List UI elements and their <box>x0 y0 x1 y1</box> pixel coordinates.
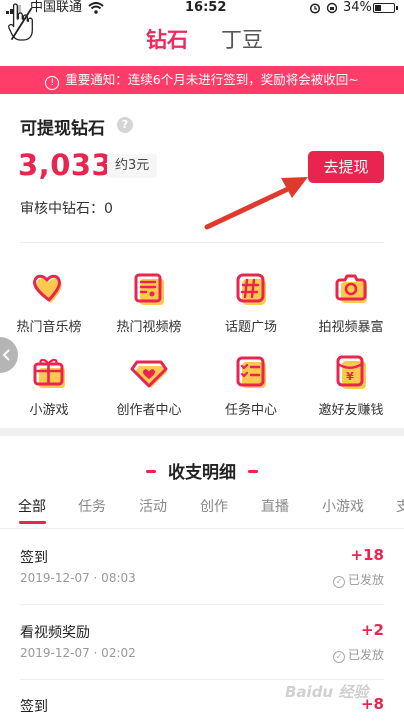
watermark: Baidu 经验 <box>285 683 369 701</box>
hand-cursor-icon <box>8 3 33 41</box>
chevron-left-icon <box>2 349 10 361</box>
annotation-arrow-icon <box>204 177 308 230</box>
